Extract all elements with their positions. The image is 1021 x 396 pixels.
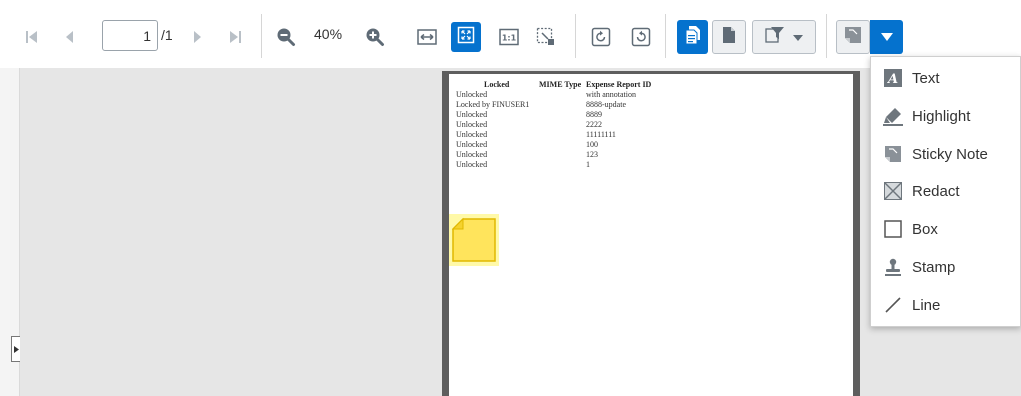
sticky-note-annotation[interactable] — [449, 214, 499, 266]
page-view-icon — [722, 26, 736, 49]
fit-page-button[interactable] — [451, 22, 481, 52]
sticky-note-icon — [883, 144, 903, 164]
redact-icon — [883, 181, 903, 201]
row-report-cell: 11111111 — [586, 130, 616, 139]
toolbar-separator — [826, 14, 827, 58]
menu-item-box[interactable]: Box — [871, 211, 1021, 247]
annotation-menu: A Text Highlight Sticky Note Redact Box … — [870, 56, 1021, 327]
menu-item-line[interactable]: Line — [871, 287, 1021, 323]
document-view-button[interactable] — [677, 20, 708, 54]
menu-item-label: Text — [912, 69, 940, 87]
next-page-icon[interactable] — [185, 25, 209, 49]
zoom-in-icon[interactable] — [363, 25, 387, 49]
first-page-icon[interactable] — [20, 25, 44, 49]
toolbar-separator — [261, 14, 262, 58]
svg-text:A: A — [886, 72, 898, 87]
actual-size-icon[interactable]: 1:1 — [497, 25, 521, 49]
row-report-cell: 1 — [586, 160, 590, 169]
menu-item-label: Box — [912, 220, 938, 238]
toolbar-separator — [665, 14, 666, 58]
row-report-cell: 123 — [586, 150, 598, 159]
toolbar-separator — [575, 14, 576, 58]
row-locked-cell: Unlocked — [456, 130, 488, 139]
sticky-note-tool-button[interactable] — [836, 20, 870, 54]
row-locked-cell: Locked by FINUSER1 — [456, 100, 530, 109]
menu-item-sticky-note[interactable]: Sticky Note — [871, 136, 1021, 172]
document-page[interactable] — [449, 74, 853, 396]
menu-item-redact[interactable]: Redact — [871, 173, 1021, 209]
marquee-zoom-icon[interactable] — [534, 25, 558, 49]
menu-item-stamp[interactable]: Stamp — [871, 249, 1021, 285]
fit-width-icon[interactable] — [415, 25, 439, 49]
row-locked-cell: Unlocked — [456, 120, 488, 129]
svg-text:1:1: 1:1 — [502, 34, 517, 43]
sticky-note-icon — [451, 217, 497, 268]
page-total-label: /1 — [161, 27, 173, 43]
menu-item-label: Stamp — [912, 258, 956, 276]
box-icon — [883, 219, 903, 239]
line-icon — [883, 295, 903, 315]
page-view-button[interactable] — [712, 20, 746, 54]
annotation-dropdown-button[interactable] — [870, 20, 903, 54]
rotate-left-icon[interactable] — [589, 25, 613, 49]
chevron-down-icon — [793, 28, 803, 46]
chevron-right-icon — [13, 340, 19, 358]
document-view-icon — [685, 25, 701, 50]
toolbar: /1 40% 1:1 — [0, 0, 1021, 68]
column-header-expense-report-id: Expense Report ID — [586, 80, 652, 89]
filter-icon — [765, 26, 785, 49]
column-header-mime-type: MIME Type — [539, 80, 582, 89]
text-annotation-icon: A — [883, 68, 903, 88]
filter-dropdown-button[interactable] — [752, 20, 816, 54]
column-header-locked: Locked — [484, 80, 510, 89]
rotate-right-icon[interactable] — [629, 25, 653, 49]
row-report-cell: 100 — [586, 140, 598, 149]
row-report-cell: 8888-update — [586, 100, 626, 109]
fit-page-icon — [457, 26, 475, 49]
row-locked-cell: Unlocked — [456, 150, 488, 159]
row-report-cell: with annotation — [586, 90, 636, 99]
menu-item-text[interactable]: A Text — [871, 60, 1021, 96]
page-number-input[interactable] — [102, 20, 158, 51]
sticky-note-tool-icon — [844, 26, 862, 49]
highlight-icon — [883, 106, 903, 126]
menu-item-label: Sticky Note — [912, 145, 988, 163]
menu-item-highlight[interactable]: Highlight — [871, 98, 1021, 134]
zoom-level: 40% — [314, 26, 343, 42]
dropdown-caret-icon — [880, 28, 893, 46]
row-locked-cell: Unlocked — [456, 160, 488, 169]
menu-item-label: Highlight — [912, 107, 971, 125]
stamp-icon — [883, 257, 903, 277]
last-page-icon[interactable] — [223, 25, 247, 49]
row-locked-cell: Unlocked — [456, 110, 488, 119]
menu-item-label: Redact — [912, 182, 960, 200]
row-locked-cell: Unlocked — [456, 90, 488, 99]
row-locked-cell: Unlocked — [456, 140, 488, 149]
row-report-cell: 8889 — [586, 110, 602, 119]
menu-item-label: Line — [912, 296, 941, 314]
previous-page-icon[interactable] — [58, 25, 82, 49]
row-report-cell: 2222 — [586, 120, 602, 129]
zoom-out-icon[interactable] — [274, 25, 298, 49]
